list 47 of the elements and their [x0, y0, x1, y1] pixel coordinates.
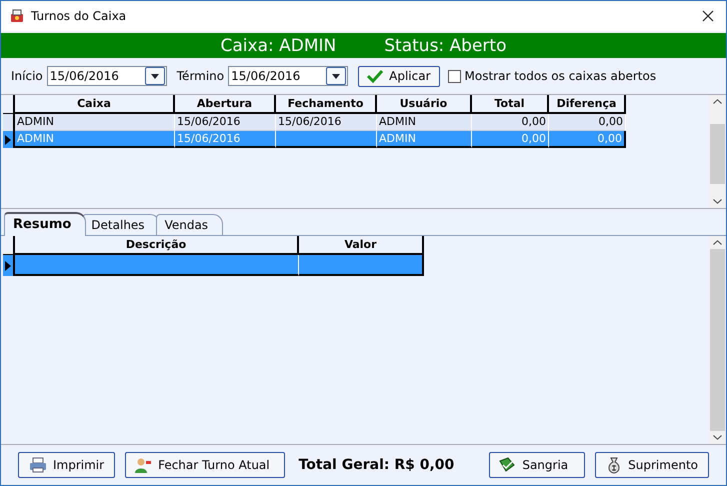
close-icon[interactable] [702, 10, 714, 22]
show-all-label: Mostrar todos os caixas abertos [464, 69, 656, 83]
apply-button[interactable]: Aplicar [358, 66, 440, 86]
row-pointer-icon [5, 134, 11, 144]
table-cell: 15/06/2016 [278, 115, 342, 128]
total-label: Total Geral: R$ 0,00 [298, 457, 454, 473]
tab[interactable]: Vendas [156, 214, 224, 235]
scroll-up-icon[interactable] [713, 240, 722, 245]
row-pointer-icon [5, 260, 11, 270]
status-label: Status: Aberto [384, 36, 506, 56]
scroll-up-icon[interactable] [713, 99, 722, 104]
dropdown-arrow-icon[interactable] [332, 74, 340, 78]
table-cell: ADMIN [379, 115, 416, 128]
caixa-label: Caixa: ADMIN [220, 36, 336, 56]
end-date-field[interactable]: 15/06/2016 [228, 66, 348, 86]
money-check-icon [498, 457, 516, 473]
end-label: Término [176, 69, 224, 83]
scroll-down-icon[interactable] [713, 435, 722, 440]
checkmark-icon [367, 69, 384, 83]
table-cell: 0,00 [598, 132, 622, 145]
sangria-button[interactable]: Sangria [489, 452, 586, 478]
person-icon [134, 457, 152, 473]
table-cell: 0,00 [522, 132, 546, 145]
scrollbar[interactable] [709, 95, 726, 208]
table-cell: ADMIN [17, 132, 54, 145]
start-label: Início [11, 69, 43, 83]
tab[interactable]: Resumo [4, 212, 86, 236]
printer-icon [29, 457, 47, 473]
cash-register-icon [9, 8, 25, 24]
scrollbar[interactable] [709, 236, 726, 444]
table-cell: 0,00 [522, 115, 546, 128]
table-cell: ADMIN [379, 132, 416, 145]
window-title: Turnos do Caixa [31, 9, 126, 23]
table-cell: 15/06/2016 [177, 115, 240, 128]
table-cell: ADMIN [17, 115, 54, 128]
table-cell: 0,00 [598, 115, 623, 128]
dropdown-arrow-icon[interactable] [150, 74, 159, 78]
table-cell: 15/06/2016 [177, 132, 240, 145]
print-button[interactable]: Imprimir [18, 452, 116, 478]
start-date-field[interactable]: 15/06/2016 [46, 66, 167, 86]
table-row[interactable] [3, 255, 424, 276]
table-row[interactable]: ADMIN 15/06/2016 15/06/2016 ADMIN 0,00 0,00 [3, 114, 626, 131]
show-all-checkbox[interactable] [448, 70, 461, 82]
suprimento-button[interactable]: Suprimento [595, 452, 709, 478]
scroll-down-icon[interactable] [713, 199, 722, 204]
money-bag-icon [606, 456, 622, 474]
close-shift-button[interactable]: Fechar Turno Atual [125, 452, 285, 478]
